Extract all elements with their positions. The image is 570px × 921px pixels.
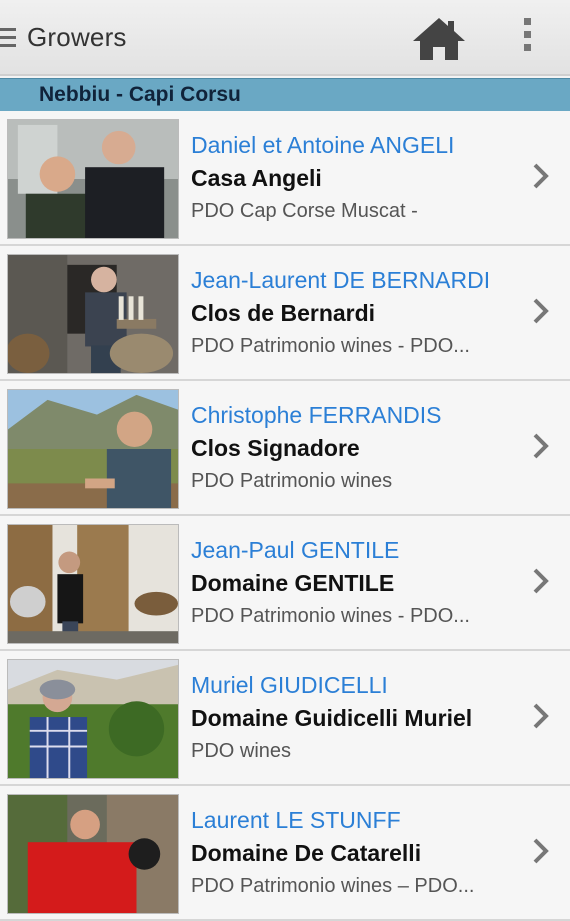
appellation-text: PDO Cap Corse Muscat - xyxy=(191,200,418,222)
section-header: Nebbiu - Capi Corsu xyxy=(0,78,570,111)
estate-name: Domaine GENTILE xyxy=(191,570,395,596)
estate-name: Clos de Bernardi xyxy=(191,300,376,326)
grower-name: Jean-Paul GENTILE xyxy=(191,537,400,563)
grower-name: Muriel GIUDICELLI xyxy=(191,672,388,698)
grower-name: Jean-Laurent DE BERNARDI xyxy=(191,267,491,293)
appellation-text: PDO Patrimonio wines - PDO... xyxy=(191,605,470,627)
drawer-icon[interactable] xyxy=(0,28,16,50)
appellation-text: PDO Patrimonio wines – PDO... xyxy=(191,875,475,897)
appellation-text: PDO Patrimonio wines xyxy=(191,470,393,492)
grower-photo xyxy=(7,119,179,239)
grower-row[interactable]: Laurent LE STUNFF Domaine De Catarelli P… xyxy=(0,786,570,921)
chevron-right-icon xyxy=(533,163,549,189)
overflow-menu-icon[interactable] xyxy=(512,18,542,60)
grower-name: Christophe FERRANDIS xyxy=(191,402,442,428)
estate-name: Domaine Guidicelli Muriel xyxy=(191,705,473,731)
grower-row[interactable]: Jean-Paul GENTILE Domaine GENTILE PDO Pa… xyxy=(0,516,570,651)
grower-row[interactable]: Jean-Laurent DE BERNARDI Clos de Bernard… xyxy=(0,246,570,381)
home-button[interactable] xyxy=(410,14,468,64)
grower-photo xyxy=(7,794,179,914)
grower-row[interactable]: Christophe FERRANDIS Clos Signadore PDO … xyxy=(0,381,570,516)
action-bar: Growers xyxy=(0,0,570,76)
grower-photo xyxy=(7,389,179,509)
grower-row[interactable]: Muriel GIUDICELLI Domaine Guidicelli Mur… xyxy=(0,651,570,786)
grower-photo xyxy=(7,659,179,779)
chevron-right-icon xyxy=(533,838,549,864)
appellation-text: PDO Patrimonio wines - PDO... xyxy=(191,335,470,357)
home-icon xyxy=(413,18,465,60)
grower-name: Laurent LE STUNFF xyxy=(191,807,401,833)
grower-row[interactable]: Daniel et Antoine ANGELI Casa Angeli PDO… xyxy=(0,111,570,246)
screen-title: Growers xyxy=(27,22,127,52)
chevron-right-icon xyxy=(533,703,549,729)
estate-name: Clos Signadore xyxy=(191,435,360,461)
section-title: Nebbiu - Capi Corsu xyxy=(39,83,241,106)
grower-photo xyxy=(7,524,179,644)
grower-list: Daniel et Antoine ANGELI Casa Angeli PDO… xyxy=(0,111,570,921)
grower-name: Daniel et Antoine ANGELI xyxy=(191,132,455,158)
estate-name: Domaine De Catarelli xyxy=(191,840,422,866)
chevron-right-icon xyxy=(533,298,549,324)
chevron-right-icon xyxy=(533,568,549,594)
chevron-right-icon xyxy=(533,433,549,459)
appellation-text: PDO wines xyxy=(191,740,292,762)
estate-name: Casa Angeli xyxy=(191,165,322,191)
grower-photo xyxy=(7,254,179,374)
